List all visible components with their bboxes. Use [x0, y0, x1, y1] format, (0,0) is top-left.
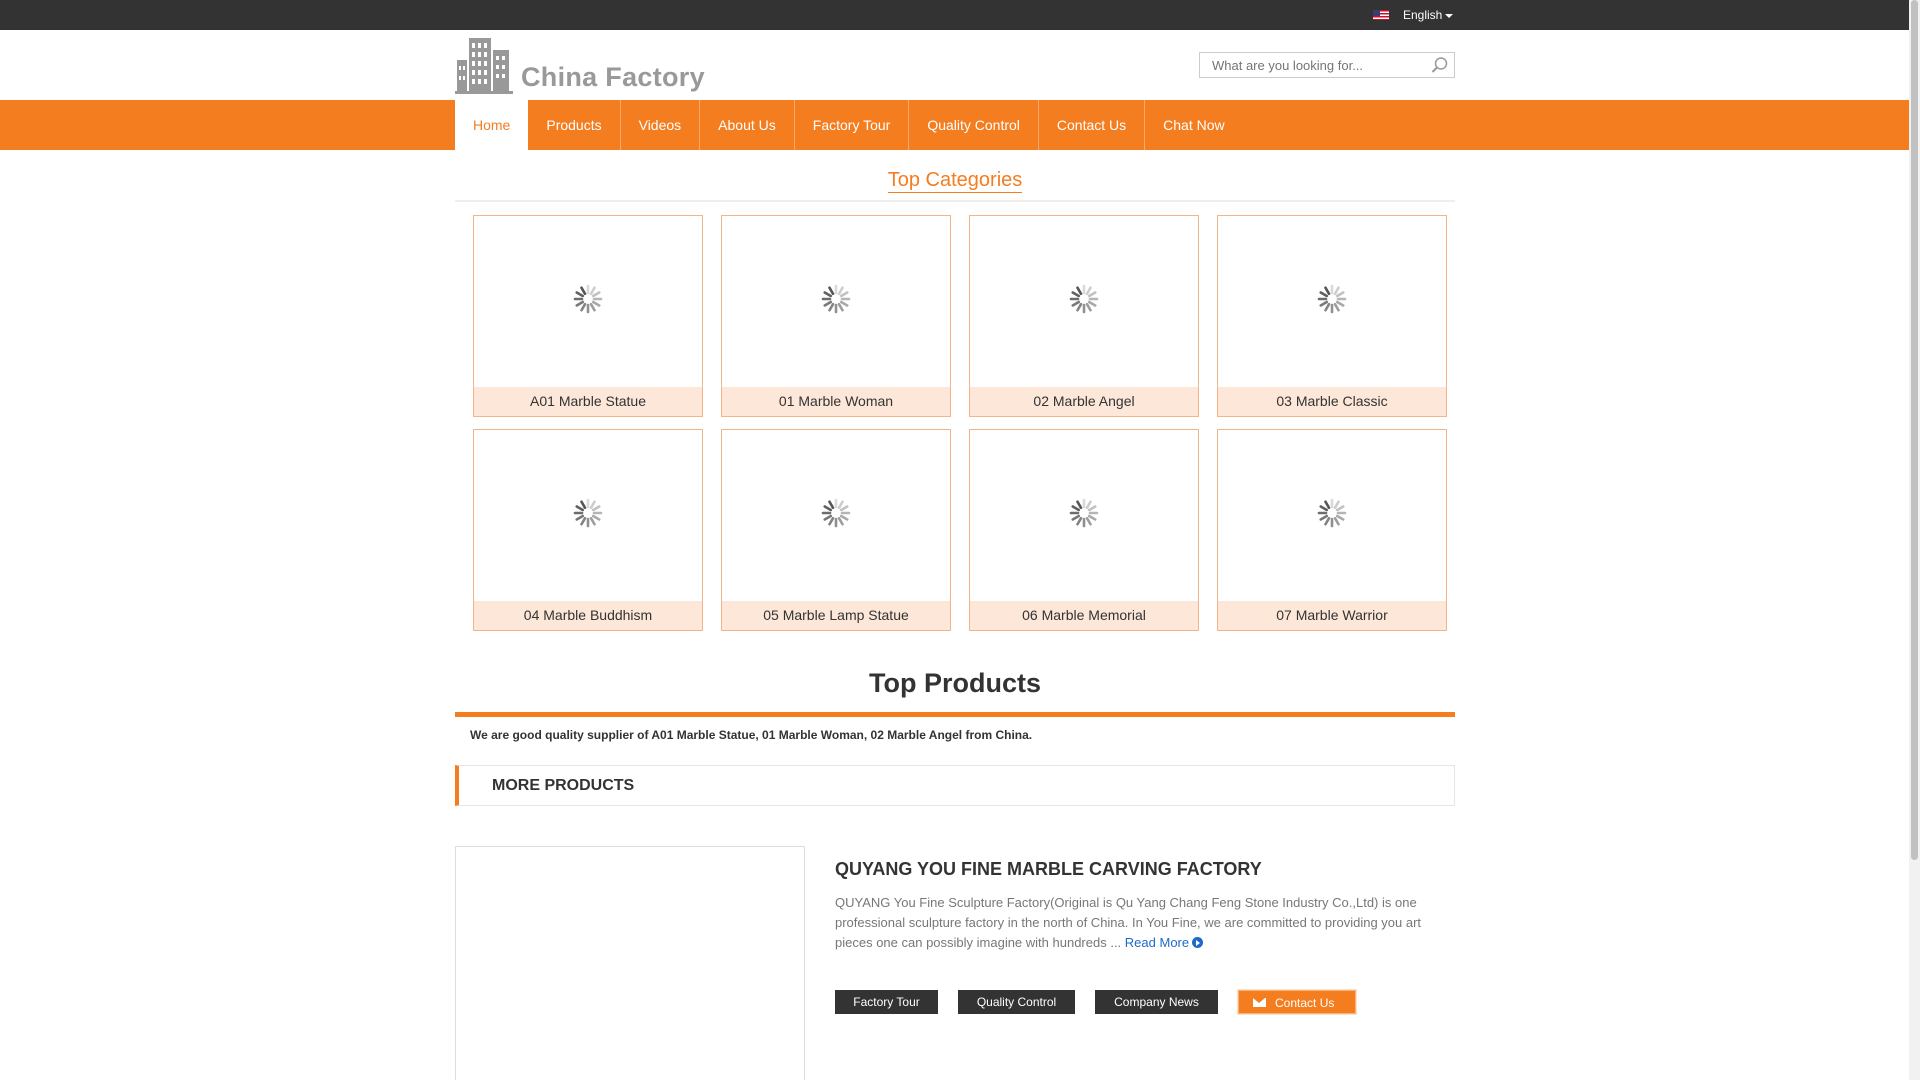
category-label[interactable]: 07 Marble Warrior: [1218, 601, 1446, 630]
category-card[interactable]: 03 Marble Classic: [1217, 215, 1447, 417]
nav-chat-now[interactable]: Chat Now: [1145, 100, 1242, 150]
loading-spinner-icon: [820, 497, 852, 534]
category-card[interactable]: A01 Marble Statue: [473, 215, 703, 417]
category-image: [722, 216, 950, 387]
loading-spinner-icon: [1068, 497, 1100, 534]
mail-icon: [1253, 998, 1266, 1007]
category-label[interactable]: 04 Marble Buddhism: [474, 601, 702, 630]
top-categories-title[interactable]: Top Categories: [887, 169, 1023, 193]
category-card[interactable]: 05 Marble Lamp Statue: [721, 429, 951, 631]
company-name: QUYANG YOU FINE MARBLE CARVING FACTORY: [835, 859, 1262, 879]
top-categories-heading: Top Categories: [455, 169, 1455, 193]
play-circle-icon: [1192, 937, 1204, 948]
quality-control-button[interactable]: Quality Control: [958, 990, 1075, 1014]
category-label[interactable]: 02 Marble Angel: [970, 387, 1198, 416]
divider: [455, 712, 1455, 717]
nav-home[interactable]: Home: [455, 100, 529, 150]
category-image: [474, 430, 702, 601]
top-products-description: We are good quality supplier of A01 Marb…: [470, 728, 1033, 742]
nav-products[interactable]: Products: [528, 100, 621, 150]
category-label[interactable]: 03 Marble Classic: [1218, 387, 1446, 416]
us-flag-icon: [1373, 10, 1389, 20]
divider: [455, 200, 1455, 202]
category-label[interactable]: 06 Marble Memorial: [970, 601, 1198, 630]
read-more-link[interactable]: Read More: [1125, 935, 1204, 950]
top-products-title: Top Products: [869, 668, 1041, 698]
category-card[interactable]: 06 Marble Memorial: [969, 429, 1199, 631]
factory-tour-button[interactable]: Factory Tour: [835, 990, 938, 1014]
nav-contact-us[interactable]: Contact Us: [1039, 100, 1146, 150]
language-label: English: [1403, 8, 1443, 22]
loading-spinner-icon: [1316, 283, 1348, 320]
more-products-label[interactable]: MORE PRODUCTS: [492, 766, 634, 805]
category-image: [1218, 216, 1446, 387]
contact-us-button[interactable]: Contact Us: [1238, 990, 1356, 1014]
loading-spinner-icon: [572, 497, 604, 534]
nav-quality-control[interactable]: Quality Control: [909, 100, 1039, 150]
loading-spinner-icon: [1316, 497, 1348, 534]
main-nav: Home Products Videos About Us Factory To…: [0, 100, 1909, 150]
category-card[interactable]: 02 Marble Angel: [969, 215, 1199, 417]
nav-factory-tour[interactable]: Factory Tour: [795, 100, 910, 150]
loading-spinner-icon: [820, 283, 852, 320]
loading-spinner-icon: [1068, 283, 1100, 320]
logo[interactable]: China Factory: [455, 36, 705, 94]
caret-down-icon: [1445, 13, 1454, 18]
language-selector[interactable]: English: [1373, 0, 1454, 30]
category-label[interactable]: A01 Marble Statue: [474, 387, 702, 416]
category-label[interactable]: 01 Marble Woman: [722, 387, 950, 416]
company-image: [455, 846, 805, 1080]
contact-us-label[interactable]: Contact Us: [1275, 991, 1334, 1015]
search-input[interactable]: [1200, 53, 1425, 77]
nav-about-us[interactable]: About Us: [700, 100, 795, 150]
category-grid: A01 Marble Statue 01 Marble Woman 02 Mar…: [473, 215, 1448, 631]
factory-building-icon: [455, 38, 513, 94]
nav-videos[interactable]: Videos: [621, 100, 701, 150]
top-bar: English: [0, 0, 1909, 30]
category-image: [970, 430, 1198, 601]
company-description: QUYANG You Fine Sculpture Factory(Origin…: [835, 893, 1435, 953]
scrollbar[interactable]: [1909, 0, 1920, 1080]
page: English China Factory What are you looki…: [0, 0, 1920, 1080]
category-image: [970, 216, 1198, 387]
scrollbar-thumb[interactable]: [1911, 0, 1918, 860]
category-image: [1218, 430, 1446, 601]
category-image: [722, 430, 950, 601]
loading-spinner-icon: [572, 283, 604, 320]
search-box: [1199, 52, 1455, 78]
company-news-button[interactable]: Company News: [1095, 990, 1218, 1014]
logo-text: China Factory: [521, 62, 705, 92]
read-more-label[interactable]: Read More: [1125, 935, 1189, 950]
more-products-bar[interactable]: MORE PRODUCTS: [455, 765, 1455, 806]
category-card[interactable]: 07 Marble Warrior: [1217, 429, 1447, 631]
category-card[interactable]: 01 Marble Woman: [721, 215, 951, 417]
category-label[interactable]: 05 Marble Lamp Statue: [722, 601, 950, 630]
search-icon[interactable]: [1430, 56, 1450, 74]
category-image: [474, 216, 702, 387]
category-card[interactable]: 04 Marble Buddhism: [473, 429, 703, 631]
